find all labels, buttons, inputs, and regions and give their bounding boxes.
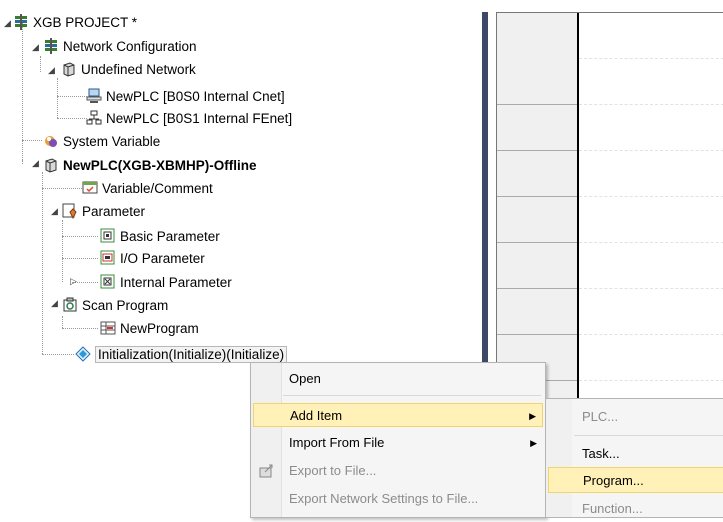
- tree-item-parameter[interactable]: Parameter: [62, 201, 145, 221]
- tree-label: Scan Program: [82, 297, 169, 313]
- menu-item-import-from-file[interactable]: Import From File ▶: [253, 431, 543, 455]
- tree-label: XGB PROJECT *: [33, 14, 138, 30]
- tree-item-plc[interactable]: NewPLC(XGB-XBMHP)-Offline: [43, 155, 257, 175]
- export-icon: [259, 463, 275, 479]
- menu-item-label: Add Item: [290, 408, 343, 423]
- tree-item-variable-comment[interactable]: Variable/Comment: [82, 178, 213, 198]
- initialization-icon: [75, 346, 91, 362]
- tree-item-new-program[interactable]: NewProgram: [100, 318, 199, 338]
- menu-item-export-to-file[interactable]: Export to File...: [253, 459, 543, 483]
- network-configuration-icon: [43, 38, 59, 54]
- submenu-item-function[interactable]: Function...: [548, 496, 723, 522]
- tree-item-io-parameter[interactable]: I/O Parameter: [100, 248, 205, 268]
- collapse-arrow-icon[interactable]: ◢: [3, 19, 12, 28]
- tree-item-initialization[interactable]: Initialization(Initialize)(Initialize): [75, 344, 288, 364]
- tree-item-project[interactable]: XGB PROJECT *: [13, 12, 137, 32]
- tree-item-internal-parameter[interactable]: Internal Parameter: [100, 272, 232, 292]
- io-parameter-icon: [100, 250, 116, 266]
- plc-icon: [43, 157, 59, 173]
- tree-label: System Variable: [63, 133, 161, 149]
- basic-parameter-icon: [100, 228, 116, 244]
- tree-label: Variable/Comment: [102, 180, 213, 196]
- tree-label: Undefined Network: [81, 61, 196, 77]
- tree-label: Basic Parameter: [120, 228, 220, 244]
- collapse-arrow-icon[interactable]: ◢: [50, 207, 59, 216]
- tree-label: Network Configuration: [63, 38, 197, 54]
- tree-label: NewPLC(XGB-XBMHP)-Offline: [63, 157, 257, 173]
- program-icon: [100, 320, 116, 336]
- internal-parameter-icon: [100, 274, 116, 290]
- tree-label: NewProgram: [120, 320, 199, 336]
- submenu-item-plc[interactable]: PLC...: [548, 404, 723, 430]
- submenu-item-label: Function...: [582, 501, 643, 516]
- network-icon: [61, 61, 77, 77]
- fenet-icon: [86, 110, 102, 126]
- cnet-icon: [86, 88, 102, 104]
- collapse-arrow-icon[interactable]: ◢: [31, 159, 40, 168]
- tree-item-scan-program[interactable]: Scan Program: [62, 295, 168, 315]
- submenu-arrow-icon: ▶: [529, 411, 536, 421]
- expand-arrow-icon[interactable]: ▷: [69, 277, 78, 286]
- menu-item-label: Open: [289, 371, 321, 386]
- submenu-item-label: Task...: [582, 446, 620, 461]
- collapse-arrow-icon[interactable]: ◢: [47, 66, 56, 75]
- submenu-item-label: Program...: [583, 473, 644, 488]
- menu-item-export-network-settings[interactable]: Export Network Settings to File...: [253, 487, 543, 511]
- submenu-arrow-icon: ▶: [530, 438, 537, 448]
- context-menu: Open Add Item ▶ Import From File ▶ Expor…: [250, 362, 546, 518]
- tree-item-system-variable[interactable]: System Variable: [43, 131, 160, 151]
- system-variable-icon: [43, 133, 59, 149]
- tree-label: Initialization(Initialize)(Initialize): [95, 345, 288, 363]
- menu-item-label: Import From File: [289, 435, 385, 450]
- submenu-item-label: PLC...: [582, 409, 619, 424]
- tree-label: Parameter: [82, 203, 146, 219]
- submenu-item-task[interactable]: Task...: [548, 441, 723, 467]
- menu-item-label: Export Network Settings to File...: [289, 491, 479, 506]
- tree-item-network-configuration[interactable]: Network Configuration: [43, 36, 197, 56]
- tree-label: I/O Parameter: [120, 250, 205, 266]
- tree-item-basic-parameter[interactable]: Basic Parameter: [100, 226, 220, 246]
- tree-item-newplc-fenet[interactable]: NewPLC [B0S1 Internal FEnet]: [86, 108, 292, 128]
- tree-label: NewPLC [B0S0 Internal Cnet]: [106, 88, 285, 104]
- tree-item-newplc-cnet[interactable]: NewPLC [B0S0 Internal Cnet]: [86, 86, 285, 106]
- menu-item-add-item[interactable]: Add Item ▶: [253, 403, 543, 427]
- collapse-arrow-icon[interactable]: ◢: [50, 299, 59, 308]
- scan-program-icon: [62, 297, 78, 313]
- menu-item-label: Export to File...: [289, 463, 377, 478]
- menu-item-open[interactable]: Open: [253, 367, 543, 391]
- tree-label: Internal Parameter: [120, 274, 232, 290]
- parameter-icon: [62, 203, 78, 220]
- tree-label: NewPLC [B0S1 Internal FEnet]: [106, 110, 293, 126]
- collapse-arrow-icon[interactable]: ◢: [31, 43, 40, 52]
- variable-comment-icon: [82, 180, 98, 196]
- submenu-item-program[interactable]: Program...: [548, 467, 723, 493]
- add-item-submenu: PLC... Task... Program... Function...: [545, 398, 723, 518]
- tree-item-undefined-network[interactable]: Undefined Network: [61, 59, 196, 79]
- project-icon: [13, 14, 29, 30]
